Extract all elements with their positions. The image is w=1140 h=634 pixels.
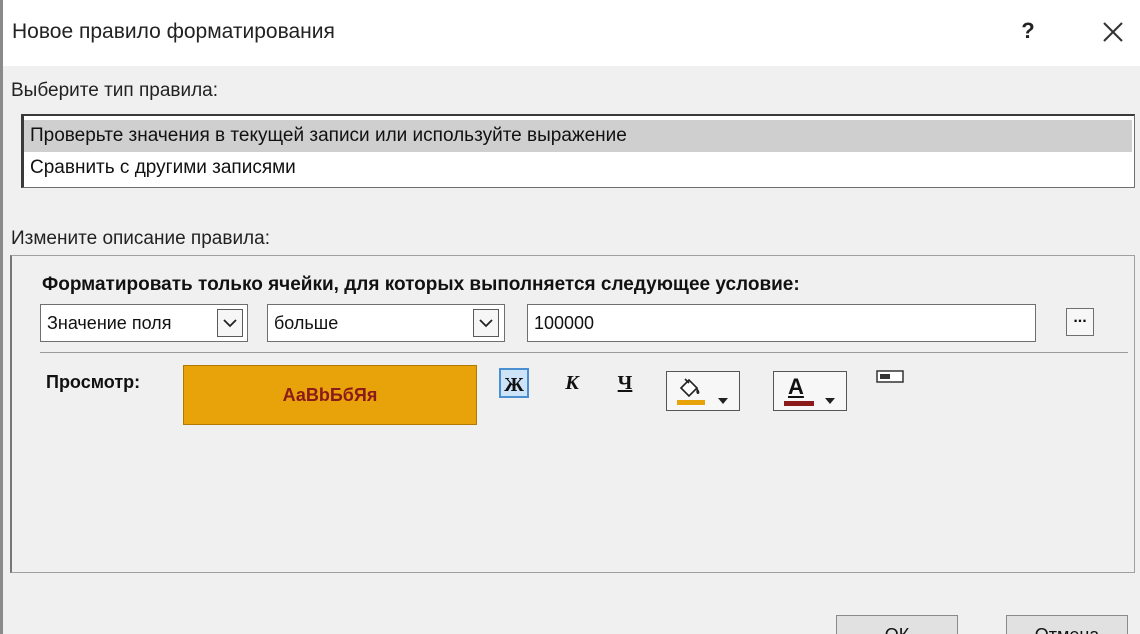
rule-description-label: Измените описание правила:	[11, 228, 270, 249]
field-select[interactable]: Значение поля	[40, 304, 248, 342]
preview-sample-text: АаBbБбЯя	[282, 385, 378, 405]
rule-description-panel: Форматировать только ячейки, для которых…	[10, 255, 1135, 573]
expression-builder-button[interactable]: ...	[1066, 308, 1094, 336]
preview-label: Просмотр:	[46, 372, 141, 392]
rule-type-label: Выберите тип правила:	[11, 80, 219, 101]
font-color-button[interactable]: A	[773, 371, 847, 411]
dialog-body: Выберите тип правила: Проверьте значения…	[3, 66, 1140, 634]
operator-select-value: больше	[274, 313, 339, 333]
caret-down-icon	[717, 388, 729, 411]
rule-type-list[interactable]: Проверьте значения в текущей записи или …	[21, 114, 1135, 188]
bold-button[interactable]: Ж	[499, 368, 529, 398]
ok-button[interactable]: ОК	[836, 615, 958, 634]
fill-color-button[interactable]	[666, 371, 740, 411]
data-bar-icon[interactable]	[876, 369, 904, 385]
chevron-down-icon[interactable]	[473, 309, 499, 337]
field-select-value: Значение поля	[47, 313, 172, 333]
rule-type-item-expression[interactable]: Проверьте значения в текущей записи или …	[24, 120, 1132, 152]
chevron-down-icon[interactable]	[217, 309, 243, 337]
font-color-icon: A	[780, 374, 816, 406]
font-color-swatch	[784, 401, 814, 406]
title-bar: Новое правило форматирования ?	[3, 0, 1140, 66]
preview-box: АаBbБбЯя	[183, 365, 477, 425]
cancel-button[interactable]: Отмена	[1006, 615, 1128, 634]
condition-title: Форматировать только ячейки, для которых…	[42, 274, 800, 295]
condition-value-input[interactable]: 100000	[527, 304, 1036, 342]
close-icon[interactable]	[1097, 16, 1129, 48]
operator-select[interactable]: больше	[267, 304, 505, 342]
help-button[interactable]: ?	[1013, 16, 1043, 46]
underline-button[interactable]: Ч	[610, 368, 640, 398]
italic-button[interactable]: К	[557, 368, 587, 398]
rule-type-item-compare[interactable]: Сравнить с другими записями	[24, 152, 1132, 184]
divider	[40, 352, 1128, 353]
font-color-letter: A	[788, 374, 804, 399]
window-title: Новое правило форматирования	[12, 20, 335, 43]
paint-bucket-icon	[673, 376, 709, 406]
caret-down-icon	[824, 388, 836, 411]
